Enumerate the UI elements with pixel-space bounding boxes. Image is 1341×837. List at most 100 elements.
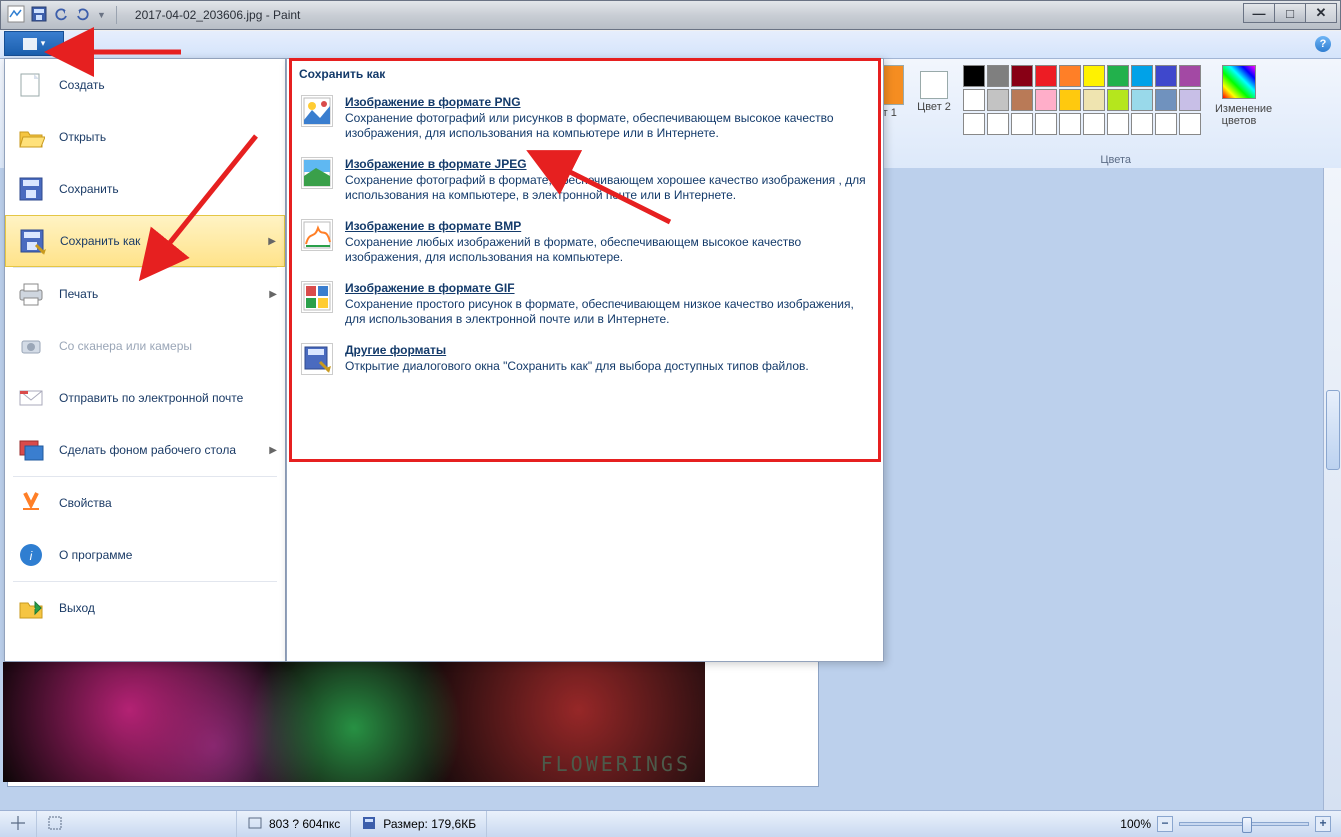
file-menu-icon (15, 592, 47, 624)
color-swatch[interactable] (963, 65, 985, 87)
image-content: FLOWERINGS (3, 662, 705, 782)
color-swatch[interactable] (1107, 113, 1129, 135)
color-swatch[interactable] (1107, 65, 1129, 87)
file-menu-item-4[interactable]: Печать▶ (5, 268, 285, 320)
color-swatch[interactable] (1131, 113, 1153, 135)
file-menu-tab[interactable]: ▾ (4, 31, 64, 56)
color-swatch[interactable] (1131, 89, 1153, 111)
redo-icon[interactable] (75, 6, 91, 25)
file-menu-item-0[interactable]: Создать (5, 59, 285, 111)
saveas-item-2[interactable]: Изображение в формате BMP Сохранение любы… (287, 211, 883, 273)
color-swatch[interactable] (1011, 65, 1033, 87)
color-swatch[interactable] (1011, 113, 1033, 135)
color-swatch[interactable] (963, 113, 985, 135)
file-menu-label: Отправить по электронной почте (59, 391, 243, 405)
color-swatch[interactable] (1035, 65, 1057, 87)
svg-text:i: i (30, 549, 33, 563)
file-menu-label: Свойства (59, 496, 112, 510)
saveas-item-title: Изображение в формате BMP (345, 219, 869, 233)
status-cursor-pos (0, 811, 37, 837)
app-icon (7, 5, 25, 26)
file-menu-item-1[interactable]: Открыть (5, 111, 285, 163)
image-watermark: FLOWERINGS (541, 752, 691, 776)
file-menu-item-8[interactable]: Свойства (5, 477, 285, 529)
color2-slot[interactable]: Цвет 2 (913, 65, 955, 119)
saveas-item-4[interactable]: Другие форматыОткрытие диалогового окна … (287, 335, 883, 383)
zoom-out-button[interactable]: − (1157, 816, 1173, 832)
color-swatch[interactable] (987, 113, 1009, 135)
titlebar: ▼ 2017-04-02_203606.jpg - Paint — □ ✕ (0, 0, 1341, 30)
file-menu-item-2[interactable]: Сохранить (5, 163, 285, 215)
zoom-in-button[interactable]: + (1315, 816, 1331, 832)
color-swatch[interactable] (1179, 113, 1201, 135)
file-menu-label: Сделать фоном рабочего стола (59, 443, 236, 457)
file-menu-item-9[interactable]: iО программе (5, 529, 285, 581)
file-menu-item-5: Со сканера или камеры (5, 320, 285, 372)
zoom-thumb[interactable] (1242, 817, 1252, 833)
saveas-format-icon (301, 157, 333, 189)
status-selection (37, 811, 237, 837)
status-zoom: 100% − + (1110, 816, 1341, 832)
color-swatch[interactable] (1035, 89, 1057, 111)
color-swatch[interactable] (987, 65, 1009, 87)
edit-colors-button[interactable]: Изменение цветов (1215, 65, 1263, 127)
maximize-button[interactable]: □ (1274, 3, 1306, 23)
saveas-item-desc: Сохранение любых изображений в формате, … (345, 235, 869, 265)
file-menu-label: Печать (59, 287, 98, 301)
rainbow-icon (1222, 65, 1256, 99)
saveas-item-desc: Сохранение простого рисунок в формате, о… (345, 297, 869, 327)
color-swatch[interactable] (1131, 65, 1153, 87)
status-filesize: Размер: 179,6КБ (351, 811, 487, 837)
vertical-scrollbar[interactable] (1323, 168, 1341, 810)
scroll-thumb[interactable] (1326, 390, 1340, 470)
file-menu-icon (15, 382, 47, 414)
ribbon-tabs: ▾ ? (0, 31, 1341, 59)
color-swatch[interactable] (1179, 89, 1201, 111)
saveas-item-1[interactable]: Изображение в формате JPEGСохранение фот… (287, 149, 883, 211)
saveas-item-desc: Сохранение фотографий в формате, обеспеч… (345, 173, 869, 203)
zoom-slider[interactable] (1179, 822, 1309, 826)
color-swatch[interactable] (1083, 113, 1105, 135)
color-swatch[interactable] (1155, 65, 1177, 87)
color-swatch[interactable] (1059, 65, 1081, 87)
file-menu-icon (15, 121, 47, 153)
saveas-item-0[interactable]: Изображение в формате PNGСохранение фото… (287, 87, 883, 149)
color-swatch[interactable] (1083, 89, 1105, 111)
file-menu-item-7[interactable]: Сделать фоном рабочего стола▶ (5, 424, 285, 476)
file-tab-icon (23, 38, 37, 50)
file-menu-icon (15, 487, 47, 519)
color-swatch[interactable] (1059, 89, 1081, 111)
status-dimensions: 803 ? 604пкс (237, 811, 351, 837)
color2-swatch (920, 71, 948, 99)
saveas-item-3[interactable]: Изображение в формате GIF Сохранение прос… (287, 273, 883, 335)
help-icon[interactable]: ? (1315, 36, 1331, 52)
color-swatch[interactable] (1083, 65, 1105, 87)
file-menu-item-3[interactable]: Сохранить как▶ (5, 215, 285, 267)
qat-dropdown-icon[interactable]: ▼ (97, 10, 106, 20)
selection-icon (47, 815, 63, 834)
minimize-button[interactable]: — (1243, 3, 1275, 23)
color-swatch[interactable] (1011, 89, 1033, 111)
color-swatch[interactable] (963, 89, 985, 111)
file-menu-label: Открыть (59, 130, 106, 144)
file-menu-label: Сохранить (59, 182, 119, 196)
file-menu-label: Со сканера или камеры (59, 339, 192, 353)
saveas-item-title: Изображение в формате GIF (345, 281, 869, 295)
color-swatch[interactable] (987, 89, 1009, 111)
file-menu-item-6[interactable]: Отправить по электронной почте (5, 372, 285, 424)
color-swatch[interactable] (1155, 113, 1177, 135)
file-menu-item-10[interactable]: Выход (5, 582, 285, 634)
color-swatch[interactable] (1059, 113, 1081, 135)
save-icon[interactable] (31, 6, 47, 25)
close-button[interactable]: ✕ (1305, 3, 1337, 23)
color-swatch[interactable] (1155, 89, 1177, 111)
color-swatch[interactable] (1035, 113, 1057, 135)
undo-icon[interactable] (53, 6, 69, 25)
color-swatch[interactable] (1179, 65, 1201, 87)
color-palette (963, 65, 1201, 135)
saveas-submenu: Сохранить как Изображение в формате PNGС… (286, 58, 884, 662)
file-menu-icon (16, 225, 48, 257)
color-swatch[interactable] (1107, 89, 1129, 111)
file-menu-icon (15, 434, 47, 466)
file-menu-label: Выход (59, 601, 95, 615)
